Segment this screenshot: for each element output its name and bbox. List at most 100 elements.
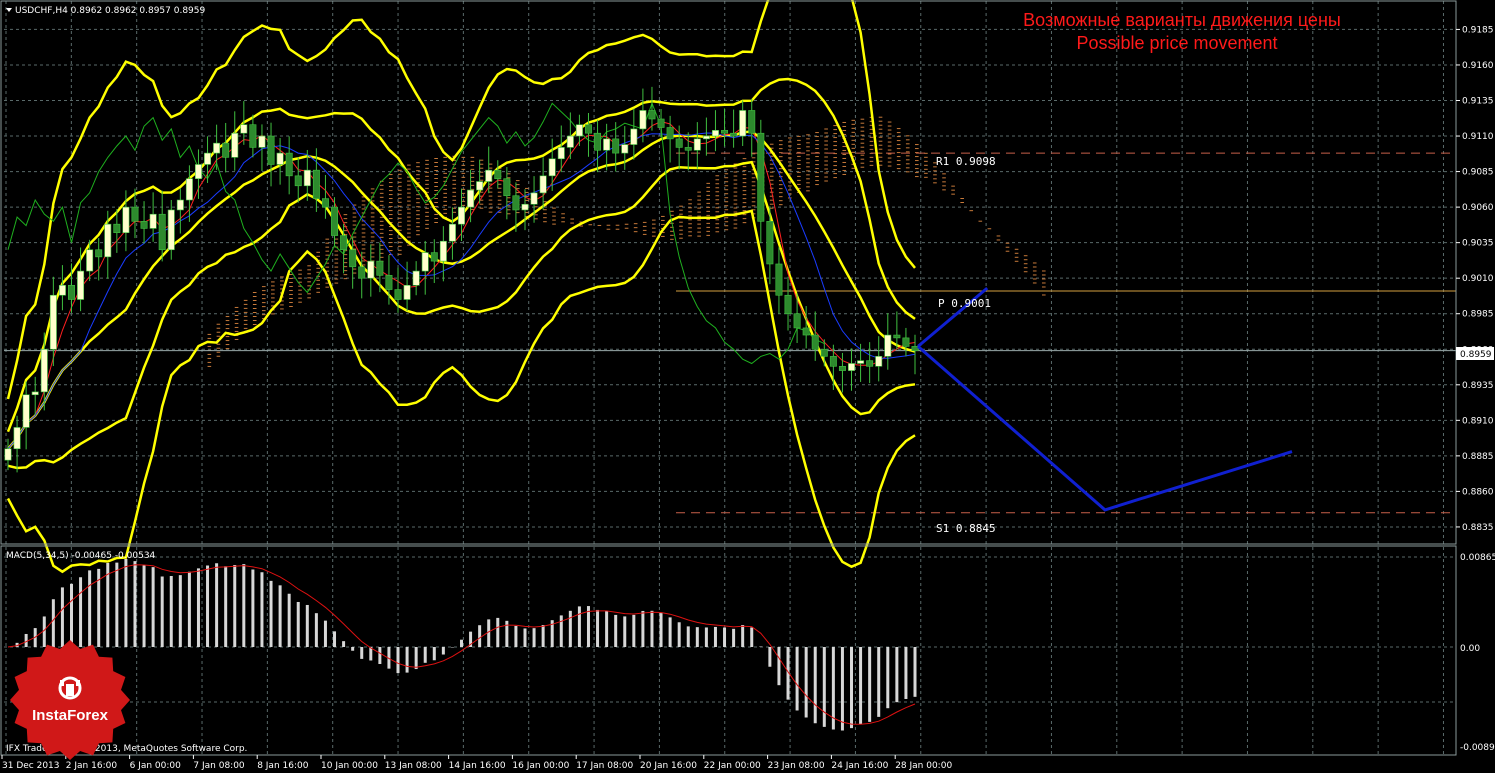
x-tick-label: 22 Jan 00:00 — [704, 761, 761, 771]
logo-text: InstaForex — [32, 707, 109, 724]
candle-body — [548, 158, 556, 177]
candle-body — [802, 327, 810, 336]
candle-body — [430, 252, 438, 262]
candle-body — [231, 132, 239, 158]
candle-body — [285, 152, 293, 177]
candle-body — [95, 249, 103, 258]
candle-body — [439, 240, 447, 262]
candle-body — [31, 391, 39, 396]
candle-body — [666, 127, 674, 140]
macd-axis-zero: 0.00 — [1460, 644, 1480, 654]
candle-body — [557, 147, 565, 160]
x-tick-label: 2 Jan 16:00 — [66, 761, 118, 771]
candle-body — [394, 289, 402, 300]
candle-body — [838, 366, 846, 371]
y-tick-label: 0.8935 — [1462, 381, 1494, 391]
candle-body — [875, 356, 883, 367]
candle-body — [194, 164, 202, 179]
candle-body — [358, 266, 366, 279]
macd-axis-top: 0.00865 — [1460, 553, 1495, 563]
candle-body — [49, 294, 57, 350]
price-axis: 0.9185 0.9160 0.9135 0.9110 0.9085 0.9060 0.90… — [1456, 25, 1494, 533]
candle-body — [403, 284, 411, 300]
candle-body — [158, 213, 166, 251]
candle-body — [58, 284, 66, 296]
candle-body — [684, 147, 692, 151]
candle-body — [539, 175, 547, 194]
y-tick-label: 0.8985 — [1462, 310, 1494, 320]
candle-body — [702, 135, 710, 140]
x-tick-label: 6 Jan 00:00 — [130, 761, 182, 771]
candle-body — [222, 142, 230, 158]
macd-label: MACD(5,34,5) -0.00465 -0.00534 — [6, 551, 156, 561]
headline-en: Possible price movement — [1076, 33, 1277, 53]
x-tick-label: 8 Jan 16:00 — [257, 761, 309, 771]
x-tick-label: 24 Jan 16:00 — [831, 761, 888, 771]
chart-canvas: USDCHF,H4 0.8962 0.8962 0.8957 0.8959 Во… — [0, 0, 1495, 773]
candle-body — [721, 130, 729, 134]
candle-body — [376, 260, 384, 276]
candle-body — [185, 178, 193, 201]
candle-body — [848, 363, 855, 371]
candle-body — [140, 221, 148, 229]
y-tick-label: 0.9035 — [1462, 239, 1494, 249]
candle-body — [204, 152, 212, 165]
candle-body — [648, 110, 656, 120]
x-tick-label: 14 Jan 16:00 — [449, 761, 506, 771]
candle-body — [766, 221, 774, 265]
s1-label: S1 0.8845 — [936, 522, 996, 535]
candle-body — [240, 124, 248, 134]
x-tick-label: 31 Dec 2013 — [2, 761, 60, 771]
candle-body — [77, 270, 85, 300]
last-price-value: 0.8959 — [1460, 350, 1492, 360]
candle-body — [630, 128, 638, 145]
candle-body — [575, 124, 583, 137]
candle-body — [503, 178, 511, 197]
candle-body — [675, 138, 683, 148]
candle-body — [829, 356, 837, 367]
candle-body — [149, 213, 157, 229]
candle-body — [276, 152, 284, 165]
candle-body — [267, 135, 275, 165]
candle-body — [367, 260, 375, 279]
candle-body — [866, 360, 874, 367]
candle-body — [40, 348, 48, 393]
candle-body — [13, 427, 21, 450]
candle-body — [775, 263, 783, 296]
r1-label: R1 0.9098 — [936, 155, 996, 168]
x-tick-label: 28 Jan 00:00 — [895, 761, 952, 771]
candle-body — [485, 169, 493, 182]
candle-body — [612, 138, 620, 154]
y-tick-label: 0.8885 — [1462, 452, 1494, 462]
candle-body — [122, 206, 130, 233]
candle-body — [757, 132, 765, 222]
candle-body — [113, 223, 121, 233]
candle-body — [811, 334, 819, 350]
x-tick-label: 23 Jan 08:00 — [768, 761, 825, 771]
instaforex-logo: InstaForex — [10, 640, 130, 760]
candle-body — [421, 252, 429, 272]
y-tick-label: 0.9185 — [1462, 25, 1494, 35]
candle-body — [639, 110, 647, 130]
candle-body — [312, 169, 320, 199]
y-tick-label: 0.9160 — [1462, 61, 1494, 71]
x-tick-label: 7 Jan 08:00 — [193, 761, 245, 771]
candle-body — [167, 209, 175, 251]
candle-body — [476, 181, 484, 191]
candle-body — [902, 337, 910, 347]
y-tick-label: 0.8910 — [1462, 416, 1494, 426]
candle-body — [621, 144, 629, 154]
candle-body — [784, 294, 792, 315]
candle-body — [730, 132, 738, 137]
candle-body — [693, 138, 701, 151]
candle-body — [530, 192, 538, 205]
y-tick-label: 0.9135 — [1462, 97, 1494, 107]
candle-body — [512, 195, 520, 211]
headline-ru: Возможные варианты движения цены — [1023, 10, 1341, 30]
candle-body — [911, 346, 919, 351]
candle-body — [793, 313, 801, 329]
candle-body — [521, 203, 529, 211]
candle-body — [566, 135, 574, 148]
macd-axis-bottom: -0.00899 — [1460, 743, 1495, 753]
candle-body — [585, 124, 592, 134]
